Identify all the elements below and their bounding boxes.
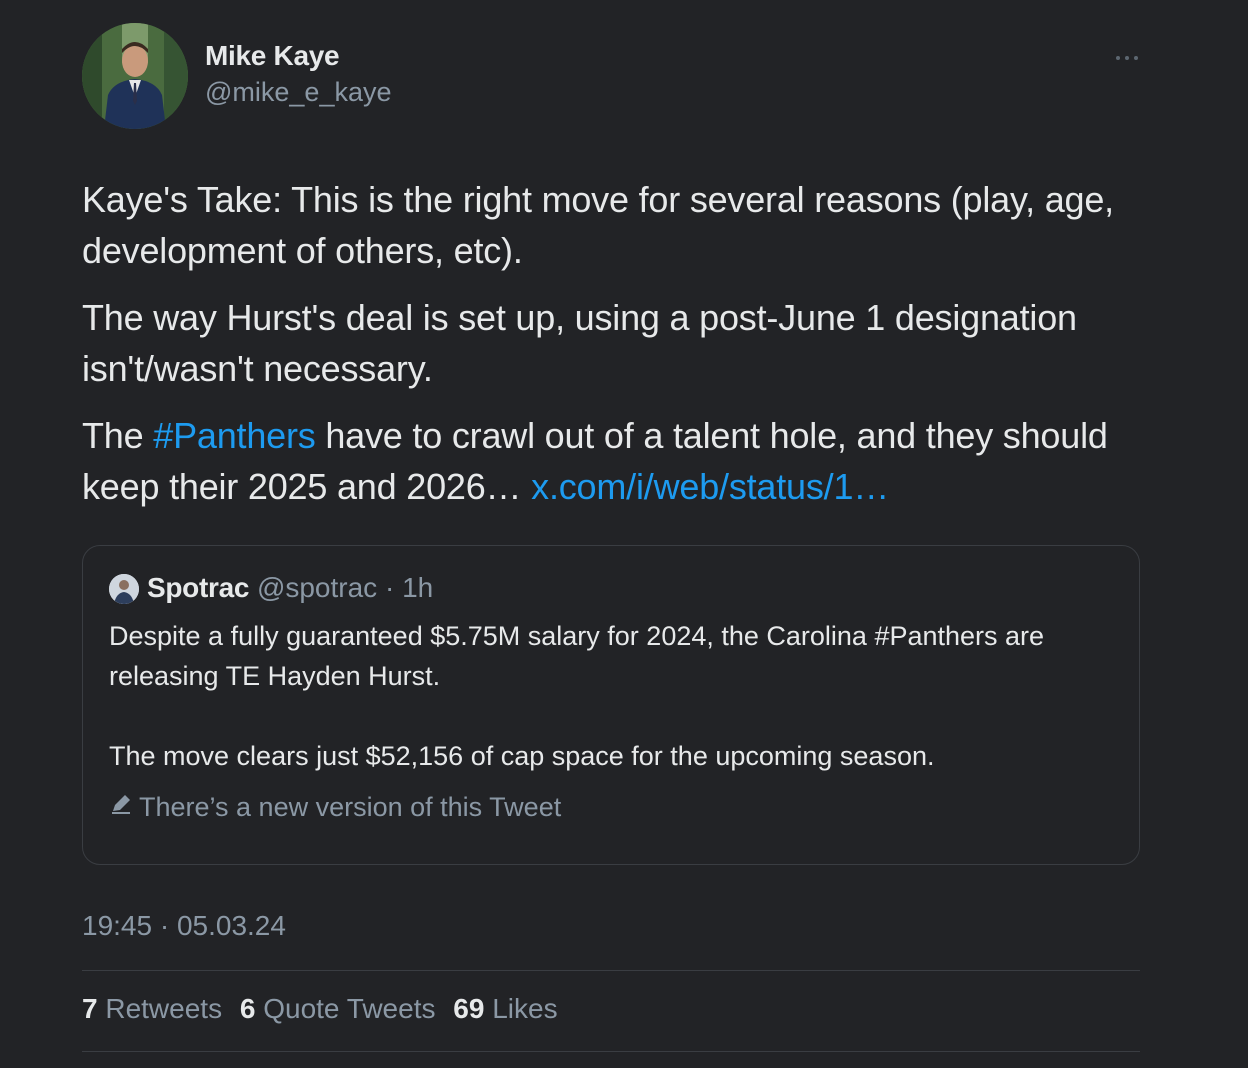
divider [82,1051,1140,1052]
likes-count: 69 [453,993,485,1024]
author-avatar[interactable] [82,23,188,129]
quote-tweets-count: 6 [239,993,256,1024]
author-name[interactable]: Mike Kaye [205,40,340,72]
tweet-paragraph: The way Hurst's deal is set up, using a … [82,297,1077,389]
new-version-notice[interactable]: There’s a new version of this Tweet [109,791,561,824]
author-handle[interactable]: @mike_e_kaye [205,77,392,108]
quoted-tweet[interactable]: Spotrac @spotrac · 1h Despite a fully gu… [82,545,1140,865]
hashtag-link[interactable]: #Panthers [153,415,316,456]
quote-tweets-stat[interactable]: 6 Quote Tweets [240,993,436,1024]
status-link[interactable]: x.com/i/web/status/1… [531,466,889,507]
tweet-timestamp[interactable]: 19:45 · 05.03.24 [82,910,286,942]
likes-label: Likes [492,993,558,1024]
divider [82,970,1140,971]
new-version-label: There’s a new version of this Tweet [139,792,562,822]
tweet-paragraph: The #Panthers have to crawl out of a tal… [82,410,1142,512]
likes-stat[interactable]: 69 Likes [453,993,557,1024]
quoted-author-avatar[interactable] [109,574,139,604]
edit-pencil-icon [109,791,135,824]
tweet-text: The [82,415,154,456]
retweets-count: 7 [82,993,98,1024]
retweets-label: Retweets [105,993,223,1024]
tweet-body: Kaye's Take: This is the right move for … [82,174,1142,528]
more-horizontal-icon[interactable] [1112,48,1142,68]
quote-tweets-label: Quote Tweets [263,993,436,1024]
tweet-paragraph: Kaye's Take: This is the right move for … [82,179,1114,271]
quoted-paragraph: The move clears just $52,156 of cap spac… [109,741,935,771]
tweet: Mike Kaye @mike_e_kaye Kaye's Take: This… [0,0,1248,1068]
quoted-tweet-header: Spotrac @spotrac · 1h [147,572,433,604]
quoted-tweet-time[interactable]: 1h [402,572,433,603]
quoted-author-name[interactable]: Spotrac [147,572,249,603]
quoted-tweet-body: Despite a fully guaranteed $5.75M salary… [109,616,1119,776]
quoted-paragraph: Despite a fully guaranteed $5.75M salary… [109,621,1045,691]
quoted-author-handle[interactable]: @spotrac [257,572,377,603]
retweets-stat[interactable]: 7 Retweets [82,993,222,1024]
meta-separator: · [384,572,395,603]
engagement-stats: 7 Retweets 6 Quote Tweets 69 Likes [82,993,568,1025]
